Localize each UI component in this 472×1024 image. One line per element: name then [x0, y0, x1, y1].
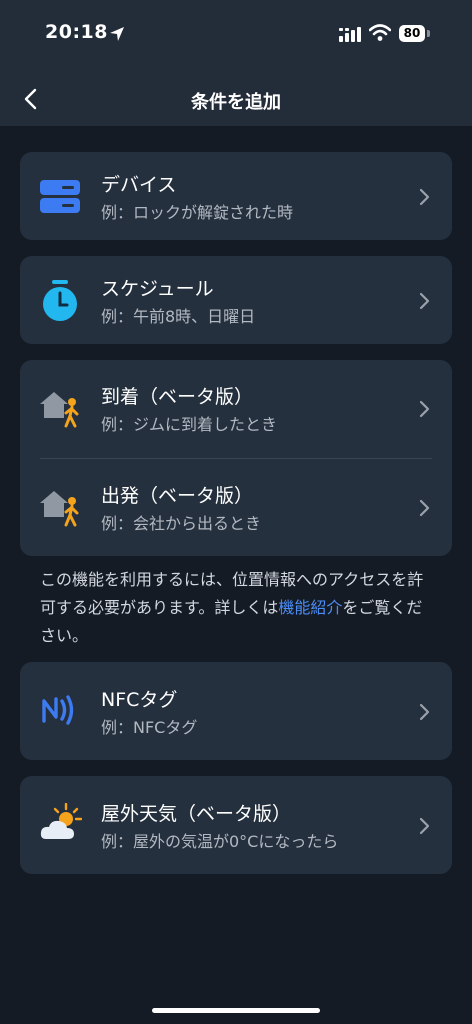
leave-home-icon	[40, 491, 79, 527]
timer-icon	[43, 280, 77, 321]
battery-indicator: 80	[399, 25, 425, 42]
chevron-right-icon	[419, 817, 430, 835]
chevron-right-icon	[419, 499, 430, 517]
chevron-right-icon	[419, 292, 430, 310]
nav-bar: 条件を追加	[0, 70, 472, 126]
condition-title: 屋外天気（ベータ版）	[101, 803, 292, 825]
condition-example: 例：屋外の気温が0°Cになったら	[101, 832, 339, 851]
device-icon	[40, 180, 80, 213]
condition-title: 出発（ベータ版）	[101, 485, 254, 507]
condition-schedule[interactable]: スケジュール 例：午前8時、日曜日	[20, 256, 452, 344]
condition-leave[interactable]: 出発（ベータ版） 例：会社から出るとき	[20, 463, 452, 551]
battery-tip	[427, 30, 430, 37]
wifi-icon	[369, 24, 391, 41]
condition-example: 例：NFCタグ	[101, 718, 198, 737]
condition-example: 例：午前8時、日曜日	[101, 307, 256, 326]
schedule-card: スケジュール 例：午前8時、日曜日	[20, 256, 452, 344]
arrive-home-icon	[40, 392, 79, 428]
condition-weather[interactable]: 屋外天気（ベータ版） 例：屋外の気温が0°Cになったら	[20, 781, 452, 869]
condition-title: NFCタグ	[101, 689, 178, 711]
feature-intro-link[interactable]: 機能紹介	[278, 598, 342, 617]
condition-title: スケジュール	[101, 278, 214, 300]
device-card: デバイス 例：ロックが解錠された時	[20, 152, 452, 240]
nfc-card: NFCタグ 例：NFCタグ	[20, 662, 452, 760]
chevron-right-icon	[419, 400, 430, 418]
status-time: 20:18	[45, 21, 108, 43]
chevron-right-icon	[419, 188, 430, 206]
condition-example: 例：ロックが解錠された時	[101, 203, 294, 222]
condition-nfc[interactable]: NFCタグ 例：NFCタグ	[20, 667, 452, 755]
status-bar: 20:18 80	[0, 0, 472, 70]
condition-device[interactable]: デバイス 例：ロックが解錠された時	[20, 152, 452, 240]
condition-arrive[interactable]: 到着（ベータ版） 例：ジムに到着したとき	[20, 364, 452, 452]
cellular-signal-icon	[339, 27, 361, 42]
chevron-right-icon	[419, 703, 430, 721]
location-arrow-icon	[110, 27, 124, 41]
weather-card: 屋外天気（ベータ版） 例：屋外の気温が0°Cになったら	[20, 776, 452, 874]
page-title: 条件を追加	[191, 92, 281, 113]
nfc-icon	[42, 695, 74, 725]
location-permission-note: この機能を利用するには、位置情報へのアクセスを許可する必要があります。詳しくは機…	[40, 566, 432, 650]
divider	[40, 458, 432, 459]
condition-example: 例：会社から出るとき	[101, 514, 262, 533]
location-card: 到着（ベータ版） 例：ジムに到着したとき 出発（ベータ版） 例：会社から出るとき	[20, 360, 452, 556]
home-indicator	[152, 1008, 320, 1013]
condition-example: 例：ジムに到着したとき	[101, 415, 278, 434]
condition-title: 到着（ベータ版）	[101, 386, 254, 408]
weather-icon	[40, 803, 82, 839]
condition-title: デバイス	[101, 174, 177, 196]
